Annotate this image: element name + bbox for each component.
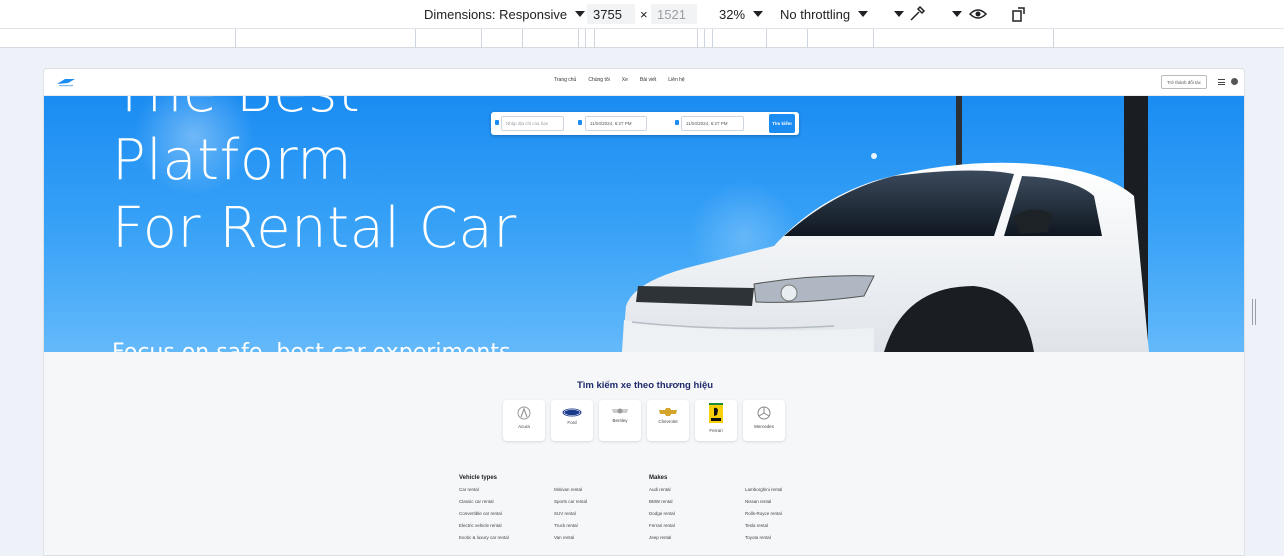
zoom-dropdown[interactable]: 32%	[719, 0, 764, 28]
save-data-dropdown[interactable]	[886, 0, 904, 28]
footer-link[interactable]: SUV rental	[554, 511, 587, 523]
nav-item-about[interactable]: Chúng tôi	[588, 77, 609, 83]
brand-card-chevrolet[interactable]: Chevrolet	[647, 400, 689, 441]
search-bar: Nhập địa chỉ của bạn 11/04/2024, 6:27 PM…	[491, 112, 799, 135]
footer-link[interactable]: Exotic & luxury car rental	[459, 535, 509, 547]
acura-logo-icon	[517, 406, 531, 420]
partner-button[interactable]: Trở thành đối tác	[1161, 75, 1207, 89]
footer-link[interactable]: Dodge rental	[649, 511, 675, 523]
start-datetime-input[interactable]: 11/04/2024, 6:27 PM	[585, 116, 647, 131]
eye-icon	[968, 9, 988, 19]
footer-link[interactable]: Audi rental	[649, 487, 675, 499]
location-input[interactable]: Nhập địa chỉ của bạn	[501, 116, 564, 131]
end-datetime-input[interactable]: 11/04/2024, 6:27 PM	[681, 116, 744, 131]
brand-card-bentley[interactable]: Bentley	[599, 400, 641, 441]
footer-link[interactable]: Classic car rental	[459, 499, 509, 511]
throttling-dropdown[interactable]: No throttling	[780, 0, 869, 28]
nav-item-cars[interactable]: Xe	[622, 77, 628, 83]
footer-link[interactable]: Van rental	[554, 535, 587, 547]
footer-link[interactable]: BMW rental	[649, 499, 675, 511]
chevron-down-icon	[894, 11, 904, 17]
brand-name: Ferrari	[709, 428, 723, 433]
location-pin-icon	[495, 120, 499, 125]
brand-card-ferrari[interactable]: Ferrari	[695, 400, 737, 441]
footer-link[interactable]: Truck rental	[554, 523, 587, 535]
footer-link[interactable]: Convertible car rental	[459, 511, 509, 523]
chevron-down-icon	[753, 11, 764, 17]
hero-title-line: For Rental Car	[112, 196, 517, 261]
brand-card-ford[interactable]: Ford	[551, 400, 593, 441]
footer-link[interactable]: Toyota rental	[745, 535, 782, 547]
vehicle-types-column-2: Minivan rental Sports car rental SUV ren…	[554, 475, 587, 547]
brand-name: Mercedes	[754, 424, 774, 429]
site-logo[interactable]	[56, 76, 76, 88]
dimensions-label: Dimensions: Responsive	[424, 6, 568, 22]
eyedropper-icon[interactable]	[906, 0, 928, 28]
nav-item-posts[interactable]: Bài viết	[640, 77, 656, 83]
emulated-page: Trang chủ Chúng tôi Xe Bài viết Liên hệ …	[43, 68, 1245, 556]
dimension-separator: ×	[640, 6, 648, 22]
calendar-icon	[578, 120, 582, 125]
footer-link[interactable]: Electric vehicle rental	[459, 523, 509, 535]
footer-link[interactable]: Lamborghini rental	[745, 487, 782, 499]
brand-name: Acura	[518, 424, 530, 429]
search-button[interactable]: Tìm kiếm	[769, 114, 795, 133]
viewport-resize-handle[interactable]	[1252, 299, 1256, 325]
footer-link[interactable]: Nissan rental	[745, 499, 782, 511]
hero-title: The Best Platform For Rental Car	[112, 96, 517, 263]
brand-list: Acura Ford Bentley Chevrolet Ferrari Mer…	[503, 400, 785, 441]
footer-link[interactable]: Minivan rental	[554, 487, 587, 499]
vehicle-types-heading: Vehicle types	[459, 475, 498, 481]
brand-section-title: Tìm kiếm xe theo thương hiệu	[576, 380, 714, 391]
site-header: Trang chủ Chúng tôi Xe Bài viết Liên hệ …	[44, 69, 1244, 96]
devtools-device-toolbar: Dimensions: Responsive 3755 × 1521 32% N…	[0, 0, 1284, 28]
throttling-label: No throttling	[780, 6, 851, 22]
hero-title-line: Platform	[112, 128, 353, 193]
zoom-label: 32%	[719, 6, 746, 22]
footer-link[interactable]: Car rental	[459, 487, 509, 499]
vision-deficiency-dropdown[interactable]	[944, 0, 988, 28]
main-nav: Trang chủ Chúng tôi Xe Bài viết Liên hệ	[554, 77, 685, 83]
hero-banner: The Best Platform For Rental Car Focus o…	[44, 96, 1244, 352]
nav-item-home[interactable]: Trang chủ	[554, 77, 576, 83]
footer-link[interactable]: Tesla rental	[745, 523, 782, 535]
nav-item-contact[interactable]: Liên hệ	[668, 77, 684, 83]
footer-link[interactable]: Jeep rental	[649, 535, 675, 547]
ferrari-logo-icon	[709, 403, 723, 423]
user-avatar-icon[interactable]	[1231, 78, 1238, 85]
footer-link[interactable]: Ferrari rental	[649, 523, 675, 535]
brand-name: Chevrolet	[658, 419, 678, 424]
hero-title-line: The Best	[112, 96, 517, 127]
chevrolet-logo-icon	[659, 408, 677, 416]
hamburger-menu-icon[interactable]	[1218, 79, 1225, 85]
makes-column-2: Lamborghini rental Nissan rental Rolls-R…	[745, 475, 782, 547]
chevron-down-icon	[575, 11, 586, 17]
vehicle-types-column: Vehicle types Car rental Classic car ren…	[459, 475, 509, 547]
brand-card-acura[interactable]: Acura	[503, 400, 545, 441]
chevron-down-icon	[952, 11, 962, 17]
bentley-logo-icon	[612, 408, 628, 414]
ford-logo-icon	[562, 408, 582, 417]
height-input[interactable]: 1521	[651, 4, 697, 24]
hero-subtitle: Focus on safe, best car experiments	[112, 340, 510, 352]
brand-card-mercedes[interactable]: Mercedes	[743, 400, 785, 441]
brand-name: Ford	[567, 420, 577, 425]
media-query-ruler	[0, 28, 1284, 48]
makes-heading: Makes	[649, 475, 668, 481]
footer-link[interactable]: Sports car rental	[554, 499, 587, 511]
rotate-icon[interactable]	[1010, 0, 1028, 28]
chevron-down-icon	[858, 11, 869, 17]
brand-name: Bentley	[612, 418, 628, 423]
mercedes-logo-icon	[757, 406, 771, 420]
footer-link[interactable]: Rolls-Royce rental	[745, 511, 782, 523]
width-input[interactable]: 3755	[587, 4, 635, 24]
calendar-icon	[675, 120, 679, 125]
makes-column: Makes Audi rental BMW rental Dodge renta…	[649, 475, 675, 547]
dimensions-dropdown[interactable]: Dimensions: Responsive	[424, 0, 586, 28]
